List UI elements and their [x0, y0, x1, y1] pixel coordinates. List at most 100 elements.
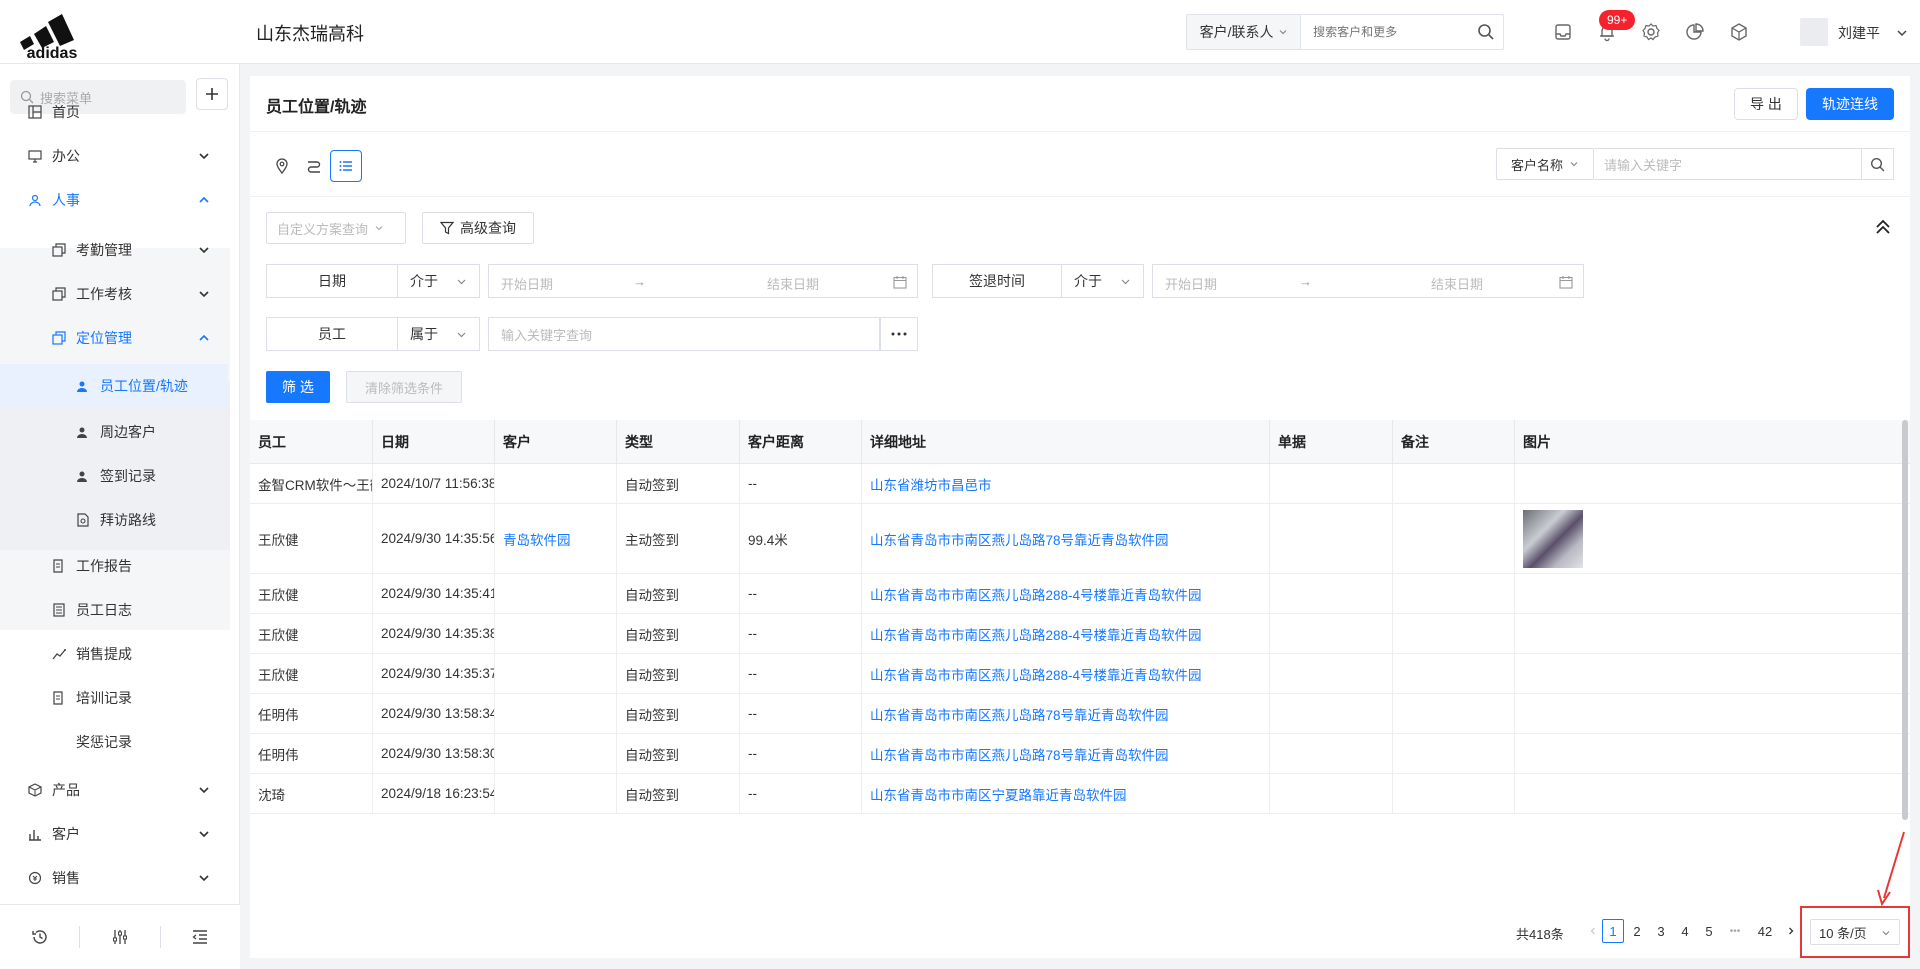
table-row[interactable]: 王欣健 2024/9/30 14:35:56 青岛软件园 主动签到 99.4米 山东省青岛… — [250, 504, 1910, 574]
cell-address[interactable]: 山东省青岛市市南区燕儿岛路288-4号楼靠近青岛软件园 — [862, 574, 1270, 613]
map-view-icon[interactable] — [266, 150, 298, 182]
customer-field-select[interactable]: 客户名称 — [1496, 148, 1594, 180]
table-row[interactable]: 王欣健 2024/9/30 14:35:37 自动签到 -- 山东省青岛市市南区燕儿岛路… — [250, 654, 1910, 694]
employee-operator-select[interactable]: 属于 — [398, 317, 480, 351]
sidebar-item-work-report[interactable]: 工作报告 — [0, 544, 240, 588]
sidebar-item-employee-track[interactable]: 员工位置/轨迹 — [0, 364, 228, 408]
column-header[interactable]: 员工 — [250, 420, 373, 464]
employee-keyword-input[interactable]: 输入关键字查询 — [488, 317, 880, 351]
prev-page-button[interactable] — [1582, 919, 1604, 943]
table-row[interactable]: 沈琦 2024/9/18 16:23:54 自动签到 -- 山东省青岛市市南区宁夏路靠近… — [250, 774, 1910, 814]
sidebar-item-label: 工作报告 — [76, 558, 132, 574]
cell-address[interactable]: 山东省青岛市市南区宁夏路靠近青岛软件园 — [862, 774, 1270, 813]
collapse-filters-icon[interactable] — [1874, 218, 1892, 236]
clear-filters-button[interactable]: 清除筛选条件 — [346, 371, 462, 403]
checkin-photo[interactable] — [1523, 509, 1583, 568]
chevron-down-icon — [199, 291, 209, 298]
page-button[interactable]: 42 — [1754, 919, 1776, 943]
advanced-query-button[interactable]: 高级查询 — [422, 212, 534, 244]
cell-customer[interactable]: 青岛软件园 — [495, 504, 617, 573]
table-row[interactable]: 任明伟 2024/9/30 13:58:34 自动签到 -- 山东省青岛市市南区燕儿岛路… — [250, 694, 1910, 734]
svg-text:adidas: adidas — [27, 45, 78, 60]
column-header[interactable]: 详细地址 — [862, 420, 1270, 464]
chevron-down-icon — [375, 226, 383, 231]
cell-address[interactable]: 山东省潍坊市昌邑市 — [862, 464, 1270, 503]
route-view-icon[interactable] — [298, 150, 330, 182]
column-header[interactable]: 图片 — [1515, 420, 1910, 464]
vertical-scrollbar[interactable] — [1902, 420, 1908, 820]
sidebar-item-employee-log[interactable]: 员工日志 — [0, 588, 240, 632]
checkout-operator-select[interactable]: 介于 — [1062, 264, 1144, 298]
gear-icon[interactable] — [1641, 22, 1661, 42]
cube-icon[interactable] — [1729, 22, 1749, 42]
sliders-icon[interactable] — [80, 917, 159, 957]
cell-address[interactable]: 山东省青岛市市南区燕儿岛路288-4号楼靠近青岛软件园 — [862, 614, 1270, 653]
chevron-down-icon[interactable] — [1896, 27, 1908, 39]
sidebar-item-nearby-customers[interactable]: 周边客户 — [0, 410, 240, 454]
sidebar-item-office[interactable]: 办公 — [0, 134, 240, 178]
column-header[interactable]: 类型 — [617, 420, 740, 464]
avatar[interactable] — [1800, 18, 1828, 46]
table-row[interactable]: 王欣健 2024/9/30 14:35:38 自动签到 -- 山东省青岛市市南区燕儿岛路… — [250, 614, 1910, 654]
sidebar-item-sales-commission[interactable]: 销售提成 — [0, 632, 240, 676]
column-header[interactable]: 单据 — [1270, 420, 1393, 464]
column-header[interactable]: 客户距离 — [740, 420, 862, 464]
cell-address[interactable]: 山东省青岛市市南区燕儿岛路78号靠近青岛软件园 — [862, 504, 1270, 573]
company-name: 山东杰瑞高科 — [256, 24, 364, 44]
user-location-icon — [77, 381, 87, 392]
list-view-icon[interactable] — [330, 150, 362, 182]
chevron-down-icon — [199, 787, 209, 794]
search-icon[interactable] — [1862, 148, 1894, 180]
sidebar-item-customer[interactable]: 客户 — [0, 812, 240, 856]
start-date-placeholder: 开始日期 — [501, 277, 554, 292]
cell-address[interactable]: 山东省青岛市市南区燕儿岛路78号靠近青岛软件园 — [862, 694, 1270, 733]
checkout-range-picker[interactable]: 开始日期 → 结束日期 — [1152, 264, 1584, 298]
scheme-select[interactable]: 自定义方案查询 — [266, 212, 406, 244]
sidebar-item-hr[interactable]: 人事 — [0, 178, 240, 222]
table-row[interactable]: 任明伟 2024/9/30 13:58:30 自动签到 -- 山东省青岛市市南区燕儿岛路… — [250, 734, 1910, 774]
export-button[interactable]: 导 出 — [1734, 88, 1798, 120]
global-search-input[interactable] — [1301, 15, 1469, 49]
sidebar-item-training[interactable]: 培训记录 — [0, 676, 240, 720]
page-button[interactable]: 4 — [1674, 919, 1696, 943]
cell-address[interactable]: 山东省青岛市市南区燕儿岛路78号靠近青岛软件园 — [862, 734, 1270, 773]
pie-chart-icon[interactable] — [1685, 22, 1705, 42]
sidebar-item-product[interactable]: 产品 — [0, 768, 240, 812]
sidebar-item-rewards[interactable]: 奖惩记录 — [0, 720, 240, 764]
page-button[interactable]: 1 — [1602, 919, 1624, 943]
cell-address[interactable]: 山东省青岛市市南区燕儿岛路288-4号楼靠近青岛软件园 — [862, 654, 1270, 693]
column-header[interactable]: 客户 — [495, 420, 617, 464]
collapse-menu-icon[interactable] — [161, 917, 240, 957]
sidebar-item-visit-route[interactable]: 拜访路线 — [0, 498, 240, 542]
sidebar-item-checkin-records[interactable]: 签到记录 — [0, 454, 240, 498]
filter-button[interactable]: 筛 选 — [266, 371, 330, 403]
search-type-select[interactable]: 客户/联系人 — [1187, 15, 1302, 49]
inbox-icon[interactable] — [1553, 22, 1573, 42]
history-icon[interactable] — [0, 917, 79, 957]
next-page-button[interactable] — [1780, 919, 1802, 943]
table-row[interactable]: 王欣健 2024/9/30 14:35:41 自动签到 -- 山东省青岛市市南区燕儿岛路… — [250, 574, 1910, 614]
page-button[interactable]: 3 — [1650, 919, 1672, 943]
sidebar-item-home[interactable]: 首页 — [0, 90, 240, 134]
sidebar-item-attendance[interactable]: 考勤管理 — [0, 228, 240, 272]
customer-keyword-input[interactable]: 请输入关键字 — [1594, 148, 1862, 180]
sidebar-item-appraisal[interactable]: 工作考核 — [0, 272, 240, 316]
sidebar-item-sales[interactable]: 销售 — [0, 856, 240, 900]
page-button[interactable]: 2 — [1626, 919, 1648, 943]
search-icon[interactable] — [1468, 15, 1503, 49]
ellipsis-icon[interactable]: ••• — [1724, 919, 1746, 943]
date-operator-select[interactable]: 介于 — [398, 264, 480, 298]
column-header[interactable]: 日期 — [373, 420, 495, 464]
more-options-button[interactable] — [880, 317, 918, 351]
page-button[interactable]: 5 — [1698, 919, 1720, 943]
track-line-button[interactable]: 轨迹连线 — [1806, 88, 1894, 120]
table-row[interactable]: 金智CRM软件～王鹤 2024/10/7 11:56:38 自动签到 -- 山东省潍坊市… — [250, 464, 1910, 504]
edit-document-icon — [53, 559, 63, 573]
date-range-picker[interactable]: 开始日期 → 结束日期 — [488, 264, 918, 298]
user-name[interactable]: 刘建平 — [1838, 23, 1880, 43]
brand-logo[interactable]: adidas — [12, 6, 92, 60]
sidebar-item-label: 销售 — [52, 870, 80, 886]
column-header[interactable]: 备注 — [1393, 420, 1515, 464]
cell-note — [1393, 694, 1515, 733]
sidebar-item-location[interactable]: 定位管理 — [0, 316, 240, 360]
